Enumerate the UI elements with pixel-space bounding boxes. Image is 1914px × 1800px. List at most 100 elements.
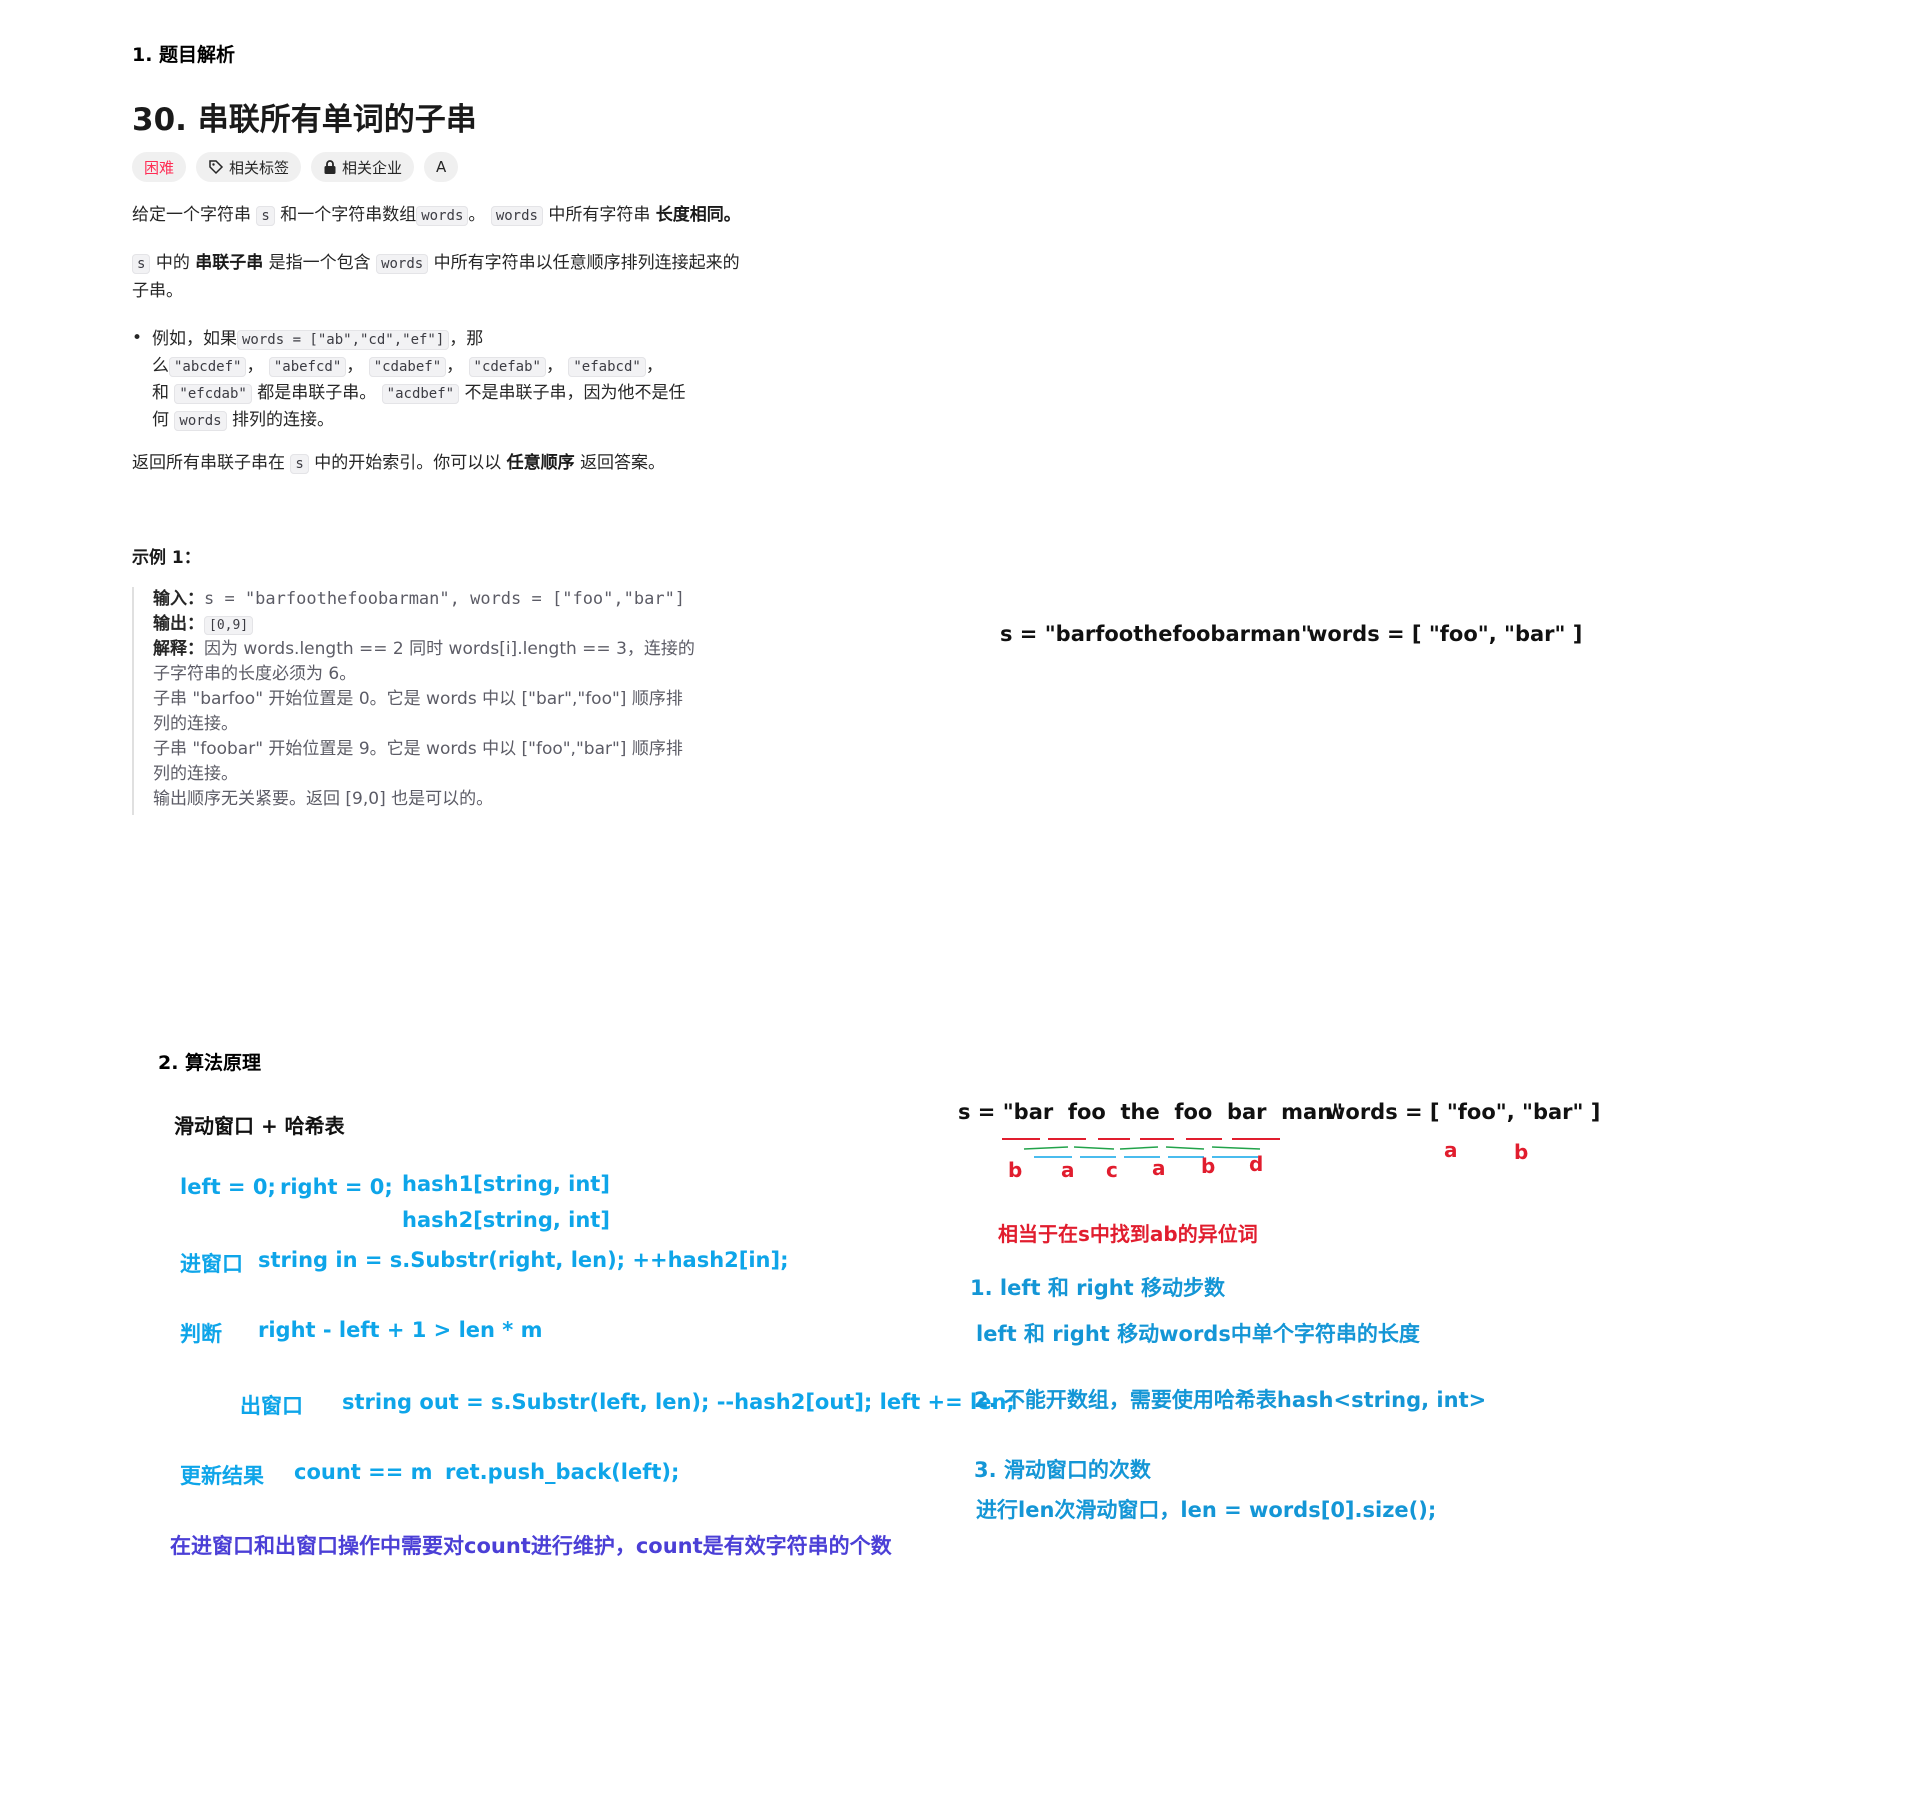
enter-code: string in = s.Substr(right, len); ++hash… (258, 1248, 789, 1272)
point-2-title: 2. 不能开数组，需要使用哈希表hash<string, int> (974, 1388, 1487, 1412)
text: 都是串联子串。 (257, 383, 377, 403)
inline-code: "acdbef" (381, 384, 460, 404)
text: 例如，如果 (152, 329, 237, 349)
desc-paragraph-3: 返回所有串联子串在 s 中的开始索引。你可以以 任意顺序 返回答案。 (132, 450, 665, 478)
text: 中的 (155, 253, 190, 273)
example-explain-1: 解释：因为 words.length == 2 同时 words[i].leng… (153, 637, 695, 662)
desc-paragraph-1: 给定一个字符串 s 和一个字符串数组 words。 words 中所有字符串 长度… (132, 202, 741, 230)
text: 给定一个字符串 (132, 205, 251, 225)
text: 不是串联子串，因为他不是任 (464, 383, 686, 403)
enter-label: 进窗口 (180, 1252, 243, 1276)
inline-code: "abcdef" (169, 357, 247, 377)
inline-code: s (256, 206, 275, 226)
text: 子串。 (132, 281, 183, 301)
problem-title: 30. 串联所有单词的子串 (132, 102, 477, 138)
word: bar (1226, 1100, 1267, 1124)
text: 和 (152, 383, 169, 403)
lock-icon (324, 160, 336, 174)
example-explain-2: 子字符串的长度必须为 6。 (153, 664, 357, 684)
init-right: right = 0; (280, 1175, 393, 1199)
bold-text: 串联子串 (195, 253, 264, 273)
text: 排列的连接。 (231, 410, 334, 430)
example-explain-5: 子串 "foobar" 开始位置是 9。它是 words 中以 ["foo","… (153, 739, 683, 759)
word: the (1120, 1100, 1160, 1124)
companies-chip[interactable]: 相关企业 (311, 152, 415, 182)
text: 和一个字符串数组 (280, 205, 417, 225)
inline-code: words = ["ab","cd","ef"] (237, 330, 450, 350)
footer-note: 在进窗口和出窗口操作中需要对count进行维护，count是有效字符串的个数 (170, 1534, 892, 1558)
point-1-title: 1. left 和 right 移动步数 (970, 1276, 1226, 1300)
note-s-value: s = "barfoothefoobarman" (1000, 622, 1312, 646)
text: 中所有字符串以任意顺序排列连接起来的 (433, 253, 740, 273)
example-explain-3: 子串 "barfoo" 开始位置是 0。它是 words 中以 ["bar","… (153, 689, 683, 709)
inline-code: s (290, 454, 309, 474)
text: 中的开始索引。你可以以 (314, 453, 502, 473)
translate-icon: A (436, 158, 447, 176)
note-words-value: words = [ "foo", "bar" ] (1308, 622, 1583, 646)
explain-text: 因为 words.length == 2 同时 words[i].length … (204, 639, 695, 659)
update-code: ret.push_back(left); (445, 1460, 680, 1484)
companies-label: 相关企业 (342, 158, 403, 177)
tag-icon (209, 160, 224, 175)
desc-paragraph-2: s 中的 串联子串 是指一个包含 words 中所有字符串以任意顺序排列连接起来… (132, 250, 772, 305)
inline-code: "cdabef" (368, 357, 447, 377)
word: bar (1013, 1100, 1054, 1124)
anagram-note: 相当于在s中找到ab的异位词 (998, 1222, 1258, 1246)
bold-text: 长度相同。 (655, 205, 741, 225)
inline-code: words (376, 254, 429, 274)
word-letter-b: b (1514, 1140, 1529, 1164)
section1-heading: 1. 题目解析 (132, 44, 236, 66)
input-value: s = "barfoothefoobarman", words = ["foo"… (204, 589, 686, 609)
algo-subtitle: 滑动窗口 + 哈希表 (174, 1114, 345, 1138)
init-hash1: hash1[string, int] (402, 1172, 610, 1196)
bullet-item: 例如，如果 words = ["ab","cd","ef"] ，那 么 "abcdef… (152, 329, 686, 431)
word-letter-a: a (1444, 1138, 1458, 1162)
example-explain-7: 输出顺序无关紧要。返回 [9,0] 也是可以的。 (153, 789, 494, 809)
example-explain-6: 列的连接。 (153, 764, 238, 784)
text: ，那 (449, 329, 484, 349)
difficulty-label: 困难 (144, 158, 175, 177)
example-input: 输入：s = "barfoothefoobarman", words = ["f… (153, 587, 685, 612)
difficulty-chip[interactable]: 困难 (132, 152, 187, 182)
init-hash2: hash2[string, int] (402, 1208, 610, 1232)
tags-chip[interactable]: 相关标签 (196, 152, 302, 182)
judge-label: 判断 (180, 1322, 222, 1346)
letter-mark: a (1061, 1158, 1075, 1182)
section2-heading: 2. 算法原理 (158, 1052, 262, 1074)
diagram-s: s = "bar foo the foo bar man" (958, 1100, 1343, 1124)
word: foo (1174, 1100, 1213, 1124)
word: foo (1067, 1100, 1106, 1124)
update-cond: count == m (294, 1460, 433, 1484)
letter-mark: b (1201, 1154, 1216, 1178)
inline-code: "efcdab" (174, 384, 252, 404)
input-label: 输入： (153, 589, 204, 609)
translate-chip[interactable]: A (424, 152, 459, 182)
leave-label: 出窗口 (240, 1394, 303, 1418)
letter-mark: b (1008, 1158, 1023, 1182)
bullet-dot: • (132, 328, 143, 348)
inline-code: "efabcd" (568, 357, 646, 377)
judge-code: right - left + 1 > len * m (258, 1318, 543, 1342)
letter-mark: d (1249, 1152, 1264, 1176)
text: 么 (152, 356, 169, 376)
bold-text: 任意顺序 (506, 453, 575, 473)
text: 是指一个包含 (268, 253, 371, 273)
init-left: left = 0; (180, 1175, 276, 1199)
example-output: 输出： [0,9] (153, 612, 254, 638)
letter-mark: c (1106, 1158, 1118, 1182)
letter-mark: a (1152, 1156, 1166, 1180)
example-explain-4: 列的连接。 (153, 714, 238, 734)
point-3-desc: 进行len次滑动窗口，len = words[0].size(); (976, 1498, 1437, 1522)
inline-code: "abefcd" (268, 357, 347, 377)
inline-code: s (132, 254, 151, 274)
point-1-desc: left 和 right 移动words中单个字符串的长度 (976, 1322, 1420, 1346)
text: 何 (152, 410, 169, 430)
text: 返回答案。 (580, 453, 666, 473)
inline-code: words (416, 206, 469, 226)
update-label: 更新结果 (180, 1464, 264, 1488)
inline-code: "cdefab" (468, 357, 546, 377)
inline-code: words (490, 206, 543, 226)
inline-code: words (174, 411, 227, 431)
text: 。 (468, 205, 486, 225)
explain-label: 解释： (153, 639, 204, 659)
